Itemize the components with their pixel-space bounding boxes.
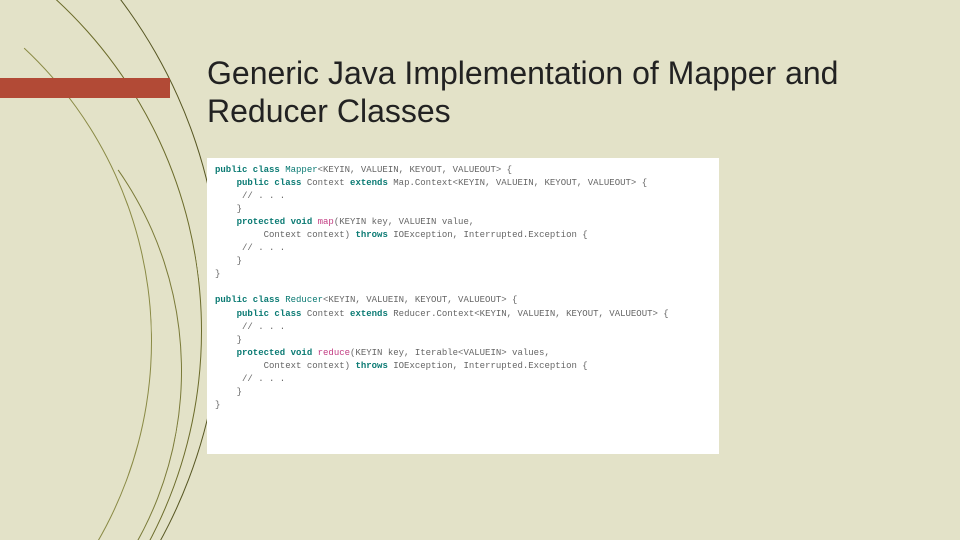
code-token: public class — [215, 165, 285, 175]
slide-title: Generic Java Implementation of Mapper an… — [207, 54, 907, 131]
code-token: public class — [215, 178, 307, 188]
code-token: protected void — [215, 348, 318, 358]
code-token: Context context) — [215, 361, 355, 371]
code-token: reduce — [318, 348, 350, 358]
code-token: Context context) — [215, 230, 355, 240]
code-token: // . . . — [215, 191, 285, 201]
code-token: throws — [355, 230, 393, 240]
code-token: } — [215, 387, 242, 397]
code-token: } — [215, 335, 242, 345]
code-token: IOException, Interrupted.Exception { — [393, 230, 587, 240]
code-token: } — [215, 204, 242, 214]
code-token: extends — [350, 178, 393, 188]
accent-bar — [0, 78, 170, 98]
code-token: Context — [307, 178, 350, 188]
code-token: <KEYIN, VALUEIN, KEYOUT, VALUEOUT> { — [318, 165, 512, 175]
code-token: Mapper — [285, 165, 317, 175]
code-token: map — [318, 217, 334, 227]
code-token: Context — [307, 309, 350, 319]
code-token: // . . . — [215, 322, 285, 332]
code-token: extends — [350, 309, 393, 319]
code-token: } — [215, 400, 220, 410]
code-token: <KEYIN, VALUEIN, KEYOUT, VALUEOUT> { — [323, 295, 517, 305]
code-token: IOException, Interrupted.Exception { — [393, 361, 587, 371]
code-block: public class Mapper<KEYIN, VALUEIN, KEYO… — [207, 158, 719, 454]
code-token: Reducer — [285, 295, 323, 305]
code-token: protected void — [215, 217, 318, 227]
code-token: // . . . — [215, 374, 285, 384]
code-token: (KEYIN key, Iterable<VALUEIN> values, — [350, 348, 550, 358]
code-token: public class — [215, 295, 285, 305]
slide: Generic Java Implementation of Mapper an… — [0, 0, 960, 540]
code-token: throws — [355, 361, 393, 371]
code-token: } — [215, 256, 242, 266]
code-token: Reducer.Context<KEYIN, VALUEIN, KEYOUT, … — [393, 309, 668, 319]
code-token: (KEYIN key, VALUEIN value, — [334, 217, 474, 227]
code-token: } — [215, 269, 220, 279]
code-token: Map.Context<KEYIN, VALUEIN, KEYOUT, VALU… — [393, 178, 647, 188]
code-token: public class — [215, 309, 307, 319]
code-token: // . . . — [215, 243, 285, 253]
